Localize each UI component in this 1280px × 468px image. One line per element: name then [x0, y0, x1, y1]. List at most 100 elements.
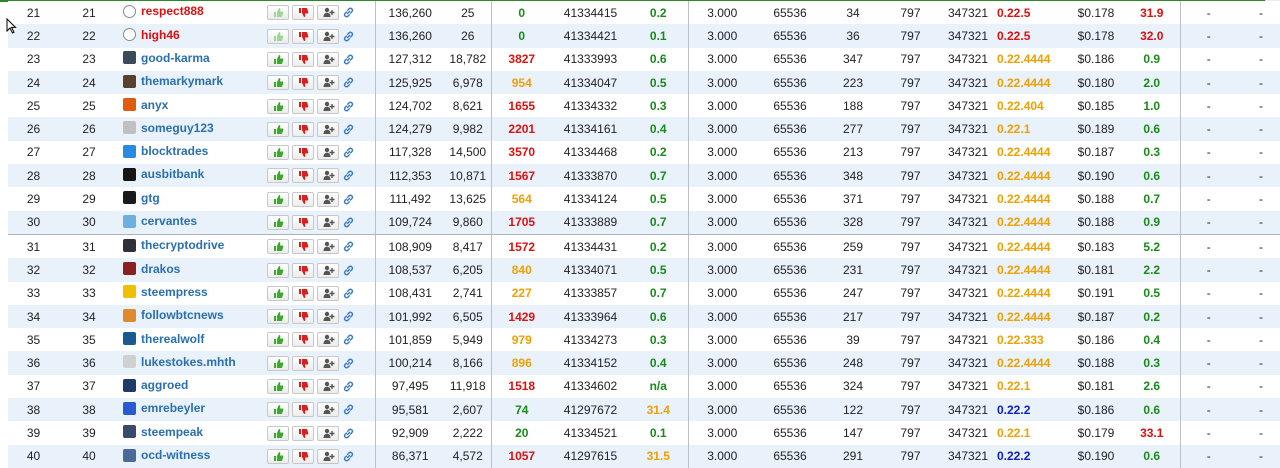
downvote-button[interactable] — [292, 332, 314, 348]
link-icon[interactable] — [342, 355, 355, 369]
upvote-button[interactable] — [267, 379, 289, 395]
link-icon[interactable] — [342, 286, 355, 300]
witness-name-link[interactable]: themarkymark — [119, 74, 223, 88]
upvote-button[interactable] — [267, 425, 289, 441]
witness-name-link[interactable]: thecryptodrive — [119, 238, 224, 252]
witness-name-link[interactable]: ocd-witness — [119, 448, 210, 462]
downvote-button[interactable] — [292, 51, 314, 67]
upvote-button[interactable] — [267, 309, 289, 325]
upvote-button[interactable] — [267, 121, 289, 137]
proxy-button[interactable] — [317, 448, 339, 464]
link-icon[interactable] — [342, 425, 355, 439]
witness-name-link[interactable]: steempeak — [119, 425, 203, 439]
upvote-button[interactable] — [267, 98, 289, 114]
upvote-button[interactable] — [267, 355, 289, 371]
witness-name-link[interactable]: good-karma — [119, 51, 210, 65]
downvote-button[interactable] — [292, 402, 314, 418]
downvote-button[interactable] — [292, 214, 314, 230]
upvote-button[interactable] — [267, 262, 289, 278]
link-icon[interactable] — [342, 379, 355, 393]
downvote-button[interactable] — [292, 191, 314, 207]
upvote-button[interactable] — [267, 28, 289, 44]
downvote-button[interactable] — [292, 379, 314, 395]
proxy-button[interactable] — [317, 239, 339, 255]
downvote-button[interactable] — [292, 425, 314, 441]
downvote-button[interactable] — [292, 5, 314, 21]
link-icon[interactable] — [342, 145, 355, 159]
witness-name-link[interactable]: cervantes — [119, 214, 197, 228]
witness-name-link[interactable]: anyx — [119, 98, 168, 112]
link-icon[interactable] — [342, 309, 355, 323]
proxy-button[interactable] — [317, 262, 339, 278]
witness-name-link[interactable]: therealwolf — [119, 332, 204, 346]
proxy-button[interactable] — [317, 28, 339, 44]
witness-name-link[interactable]: steempress — [119, 285, 208, 299]
link-icon[interactable] — [342, 262, 355, 276]
downvote-button[interactable] — [292, 28, 314, 44]
downvote-button[interactable] — [292, 168, 314, 184]
proxy-button[interactable] — [317, 98, 339, 114]
proxy-button[interactable] — [317, 121, 339, 137]
upvote-button[interactable] — [267, 5, 289, 21]
proxy-button[interactable] — [317, 425, 339, 441]
witness-name-link[interactable]: followbtcnews — [119, 308, 224, 322]
proxy-button[interactable] — [317, 145, 339, 161]
witness-name-link[interactable]: high46 — [119, 28, 180, 42]
link-icon[interactable] — [342, 98, 355, 112]
proxy-button[interactable] — [317, 285, 339, 301]
link-icon[interactable] — [342, 52, 355, 66]
witness-name-link[interactable]: lukestokes.mhth — [119, 355, 236, 369]
proxy-button[interactable] — [317, 191, 339, 207]
proxy-button[interactable] — [317, 51, 339, 67]
link-icon[interactable] — [342, 191, 355, 205]
upvote-button[interactable] — [267, 191, 289, 207]
downvote-button[interactable] — [292, 448, 314, 464]
link-icon[interactable] — [342, 449, 355, 463]
downvote-button[interactable] — [292, 285, 314, 301]
downvote-button[interactable] — [292, 121, 314, 137]
upvote-button[interactable] — [267, 239, 289, 255]
witness-name-link[interactable]: blocktrades — [119, 144, 208, 158]
proxy-button[interactable] — [317, 168, 339, 184]
downvote-button[interactable] — [292, 98, 314, 114]
upvote-button[interactable] — [267, 214, 289, 230]
proxy-button[interactable] — [317, 402, 339, 418]
proxy-button[interactable] — [317, 332, 339, 348]
link-icon[interactable] — [342, 28, 355, 42]
link-icon[interactable] — [342, 5, 355, 19]
proxy-button[interactable] — [317, 309, 339, 325]
proxy-button[interactable] — [317, 214, 339, 230]
link-icon[interactable] — [342, 239, 355, 253]
downvote-button[interactable] — [292, 75, 314, 91]
link-icon[interactable] — [342, 332, 355, 346]
witness-name-link[interactable]: ausbitbank — [119, 167, 204, 181]
upvote-button[interactable] — [267, 168, 289, 184]
upvote-button[interactable] — [267, 402, 289, 418]
downvote-button[interactable] — [292, 239, 314, 255]
downvote-button[interactable] — [292, 355, 314, 371]
upvote-button[interactable] — [267, 448, 289, 464]
link-icon[interactable] — [342, 75, 355, 89]
proxy-button[interactable] — [317, 379, 339, 395]
witness-name-link[interactable]: aggroed — [119, 378, 188, 392]
downvote-button[interactable] — [292, 262, 314, 278]
witness-name-link[interactable]: someguy123 — [119, 121, 214, 135]
witness-name-link[interactable]: drakos — [119, 262, 180, 276]
upvote-button[interactable] — [267, 51, 289, 67]
upvote-button[interactable] — [267, 75, 289, 91]
upvote-button[interactable] — [267, 332, 289, 348]
link-icon[interactable] — [342, 215, 355, 229]
link-icon[interactable] — [342, 168, 355, 182]
proxy-button[interactable] — [317, 75, 339, 91]
witness-name-link[interactable]: gtg — [119, 191, 160, 205]
witness-name-link[interactable]: emrebeyler — [119, 401, 205, 415]
link-icon[interactable] — [342, 121, 355, 135]
proxy-button[interactable] — [317, 5, 339, 21]
link-icon[interactable] — [342, 402, 355, 416]
upvote-button[interactable] — [267, 145, 289, 161]
proxy-button[interactable] — [317, 355, 339, 371]
downvote-button[interactable] — [292, 145, 314, 161]
downvote-button[interactable] — [292, 309, 314, 325]
upvote-button[interactable] — [267, 285, 289, 301]
witness-name-link[interactable]: respect888 — [119, 4, 204, 18]
